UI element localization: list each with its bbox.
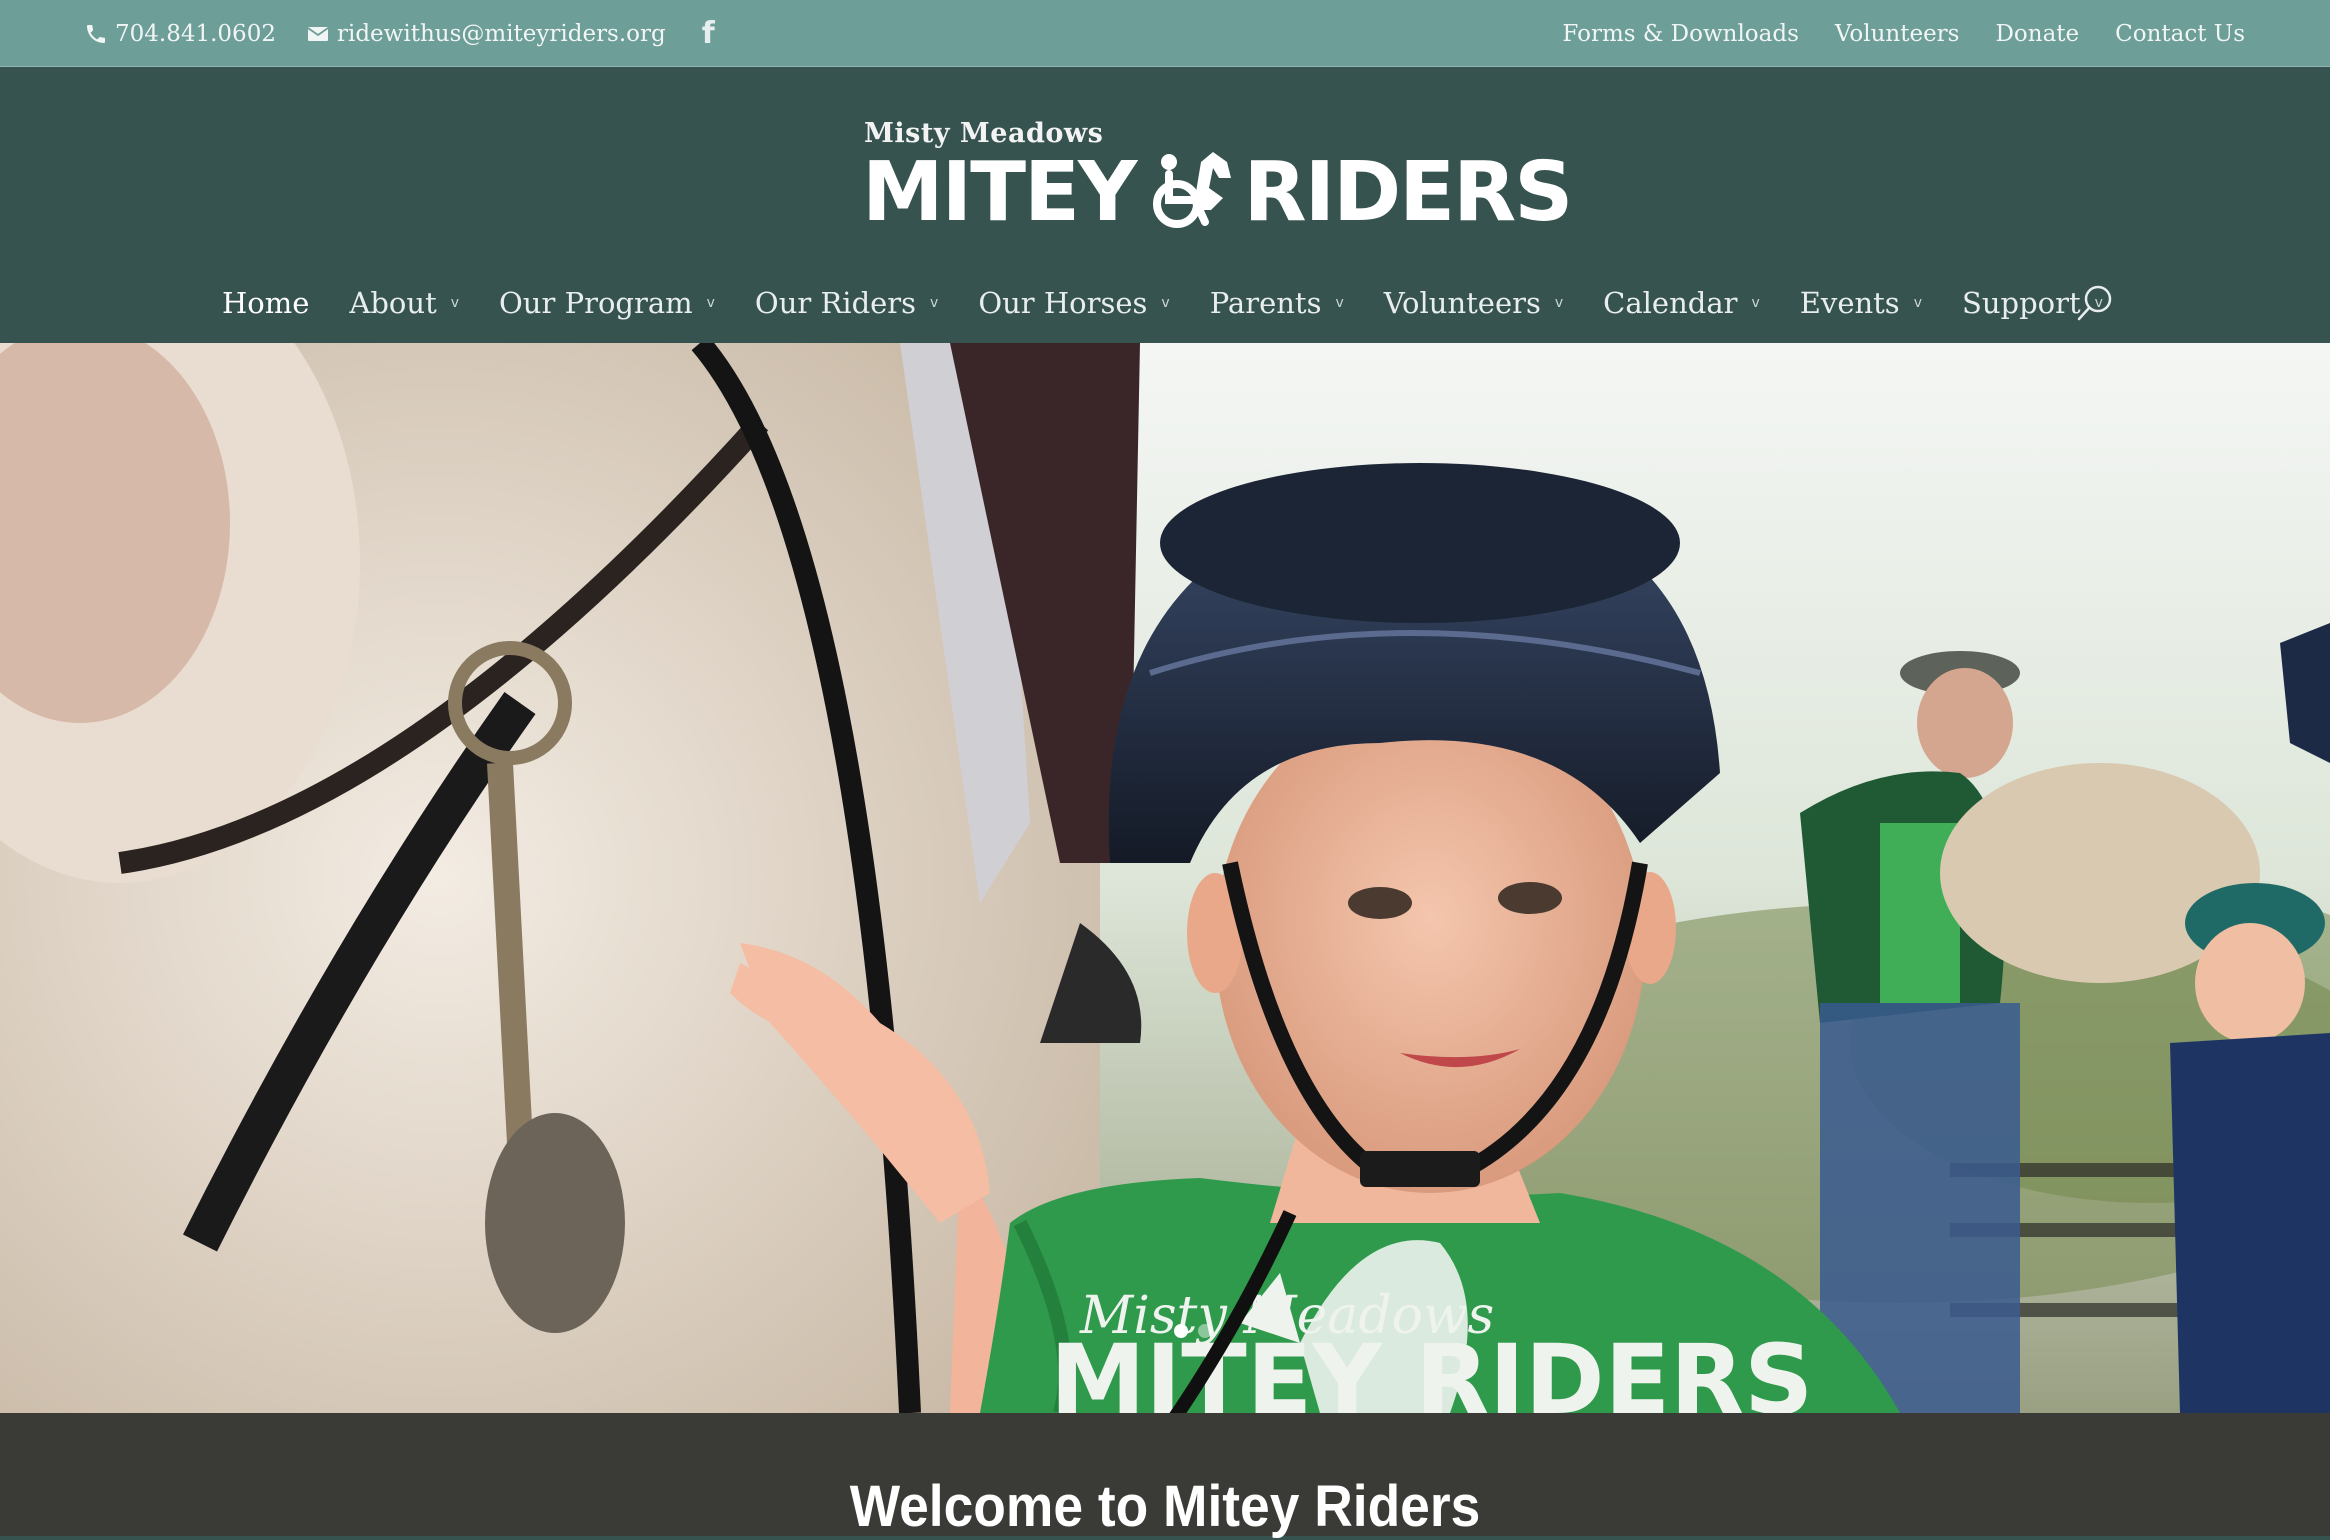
top-bar: 704.841.0602 ridewithus@miteyriders.org … xyxy=(0,0,2330,67)
slider-dot[interactable] xyxy=(1174,1324,1188,1338)
top-bar-links: Forms & Downloads Volunteers Donate Cont… xyxy=(1562,0,2245,67)
hero-image: Misty Meadows MITEY RIDERS xyxy=(0,343,2330,1413)
nav-item-parents[interactable]: Parents v xyxy=(1210,286,1344,320)
nav-item-our-horses[interactable]: Our Horses v xyxy=(978,286,1169,320)
chevron-down-icon: v xyxy=(1554,295,1564,311)
nav-item-calendar[interactable]: Calendar v xyxy=(1603,286,1760,320)
logo-word-mitey: MITEY xyxy=(862,145,1137,240)
phone-contact[interactable]: 704.841.0602 xyxy=(84,21,276,47)
welcome-section: Welcome to Mitey Riders xyxy=(0,1413,2330,1539)
phone-icon xyxy=(87,24,105,43)
welcome-title: Welcome to Mitey Riders xyxy=(849,1474,1481,1539)
nav-item-label: Our Horses xyxy=(978,286,1148,320)
nav-item-label: Parents xyxy=(1209,286,1322,320)
nav-item-events[interactable]: Events v xyxy=(1800,286,1922,320)
facebook-icon[interactable]: f xyxy=(702,18,715,49)
site-header: Misty Meadows MITEY RIDERS Home About v … xyxy=(0,68,2330,343)
nav-item-our-program[interactable]: Our Program v xyxy=(499,286,715,320)
chevron-down-icon: v xyxy=(1913,295,1922,311)
hero-slider[interactable]: Misty Meadows MITEY RIDERS xyxy=(0,343,2330,1413)
chevron-down-icon: v xyxy=(930,295,939,311)
email-icon xyxy=(307,26,329,41)
nav-item-about[interactable]: About v xyxy=(349,286,459,320)
nav-item-home[interactable]: Home xyxy=(222,286,309,320)
nav-item-label: Our Riders xyxy=(754,286,917,320)
nav-item-label: Home xyxy=(222,286,310,320)
slider-dot[interactable] xyxy=(1198,1324,1212,1338)
nav-item-label: Volunteers xyxy=(1383,286,1541,320)
wheelchair-horse-logo-icon xyxy=(1153,152,1232,228)
nav-item-label: Events xyxy=(1799,286,1900,320)
top-bar-contacts: 704.841.0602 ridewithus@miteyriders.org … xyxy=(84,0,715,67)
logo-word-riders: RIDERS xyxy=(1243,145,1573,240)
chevron-down-icon: v xyxy=(1751,295,1760,311)
main-nav-items: Home About v Our Program v Our Riders v … xyxy=(222,268,2143,338)
volunteers-link[interactable]: Volunteers xyxy=(1835,21,1960,47)
nav-item-volunteers[interactable]: Volunteers v xyxy=(1384,286,1563,320)
nav-item-label: Support xyxy=(1962,286,2081,320)
forms-downloads-link[interactable]: Forms & Downloads xyxy=(1562,21,1798,47)
logo-wordmark: MITEY RIDERS xyxy=(862,145,1573,240)
nav-item-label: About xyxy=(349,286,437,320)
chevron-down-icon: v xyxy=(1161,295,1170,311)
shirt-text-big: MITEY RIDERS xyxy=(1050,1324,1813,1413)
contact-us-link[interactable]: Contact Us xyxy=(2115,21,2245,47)
donate-link[interactable]: Donate xyxy=(1995,21,2079,47)
email-address: ridewithus@miteyriders.org xyxy=(336,20,666,47)
chevron-down-icon: v xyxy=(1335,295,1344,311)
nav-item-our-riders[interactable]: Our Riders v xyxy=(755,286,938,320)
email-contact[interactable]: ridewithus@miteyriders.org xyxy=(306,21,666,47)
nav-item-label: Calendar xyxy=(1603,286,1738,320)
phone-number: 704.841.0602 xyxy=(115,20,276,47)
chevron-down-icon: v xyxy=(706,295,715,311)
chevron-down-icon: v xyxy=(450,295,460,311)
main-nav: Home About v Our Program v Our Riders v … xyxy=(0,268,2330,338)
search-icon[interactable] xyxy=(2074,282,2116,324)
nav-item-label: Our Program xyxy=(499,286,693,320)
